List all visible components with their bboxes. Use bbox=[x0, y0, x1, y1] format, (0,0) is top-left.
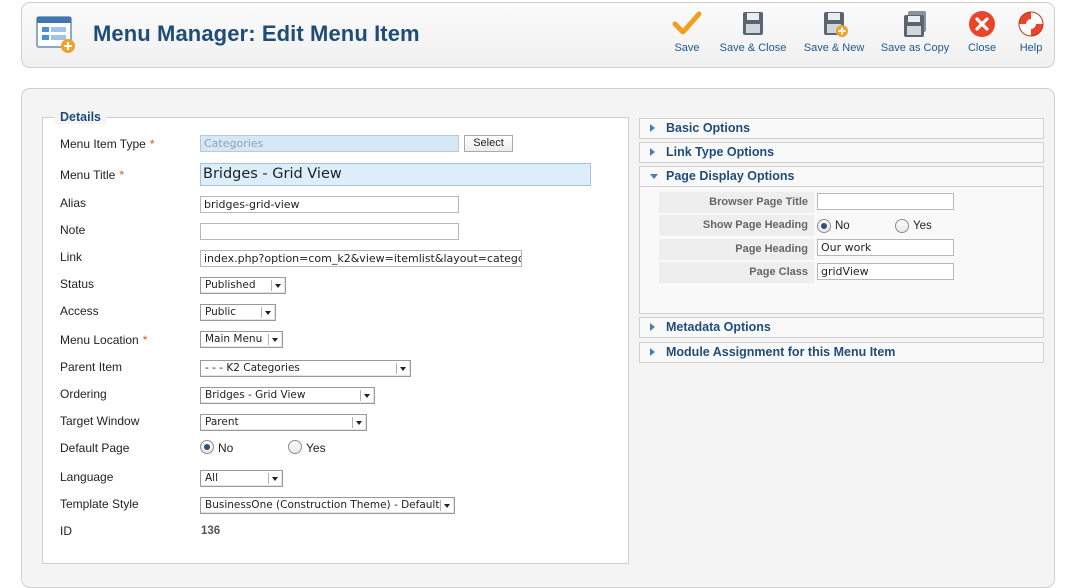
page-display-options-toggle[interactable]: Page Display Options bbox=[639, 166, 1044, 187]
required-marker: * bbox=[149, 137, 155, 151]
menu-item-type-field: Categories bbox=[200, 135, 459, 152]
triangle-right-icon bbox=[650, 124, 655, 132]
page-heading-input[interactable]: Our work bbox=[817, 239, 954, 256]
save-and-new-button[interactable]: Save & New bbox=[800, 10, 868, 58]
basic-options-toggle[interactable]: Basic Options bbox=[639, 118, 1044, 139]
page-title: Menu Manager: Edit Menu Item bbox=[93, 21, 420, 46]
id-label: ID bbox=[60, 524, 72, 538]
details-legend: Details bbox=[55, 110, 106, 124]
menu-title-input[interactable]: Bridges - Grid View bbox=[200, 163, 591, 186]
access-label: Access bbox=[60, 304, 99, 318]
chevron-down-icon bbox=[352, 417, 364, 428]
default-page-yes-label: Yes bbox=[306, 441, 326, 455]
page-class-input[interactable]: gridView bbox=[817, 263, 954, 280]
browser-page-title-input[interactable] bbox=[817, 193, 954, 210]
floppy-disk-plus-icon bbox=[824, 12, 848, 37]
language-select[interactable]: All bbox=[200, 470, 283, 487]
link-label: Link bbox=[60, 250, 83, 264]
floppy-disk-icon bbox=[743, 12, 763, 35]
chevron-down-icon bbox=[268, 334, 280, 345]
select-type-button[interactable]: Select bbox=[464, 135, 513, 152]
required-marker: * bbox=[142, 333, 148, 347]
show-page-heading-yes-label: Yes bbox=[913, 220, 932, 232]
lifebuoy-icon bbox=[1018, 11, 1044, 37]
show-page-heading-label: Show Page Heading bbox=[659, 215, 814, 236]
page-heading-label: Page Heading bbox=[659, 239, 814, 260]
metadata-options-toggle[interactable]: Metadata Options bbox=[639, 317, 1044, 338]
show-page-heading-yes-radio[interactable] bbox=[895, 219, 909, 233]
save-as-copy-button[interactable]: Save as Copy bbox=[877, 10, 953, 58]
id-value: 136 bbox=[201, 525, 221, 537]
help-button[interactable]: Help bbox=[1014, 10, 1048, 58]
target-window-select[interactable]: Parent bbox=[200, 414, 367, 431]
language-label: Language bbox=[60, 470, 114, 484]
chevron-down-icon bbox=[360, 390, 372, 401]
note-input[interactable] bbox=[200, 223, 459, 240]
chevron-down-icon bbox=[261, 307, 273, 318]
menu-location-select[interactable]: Main Menu bbox=[200, 331, 283, 348]
close-button[interactable]: Close bbox=[964, 10, 1000, 58]
default-page-label: Default Page bbox=[60, 441, 130, 455]
template-style-select[interactable]: BusinessOne (Construction Theme) - Defau… bbox=[200, 497, 455, 514]
menu-title-label: Menu Title * bbox=[60, 168, 125, 182]
ordering-select[interactable]: Bridges - Grid View bbox=[200, 387, 375, 404]
help-label: Help bbox=[1019, 42, 1043, 54]
save-as-copy-label: Save as Copy bbox=[880, 42, 950, 54]
default-page-no-radio[interactable] bbox=[200, 440, 214, 454]
menu-item-type-label: Menu Item Type * bbox=[60, 137, 155, 151]
chevron-down-icon bbox=[268, 473, 280, 484]
chevron-down-icon bbox=[271, 280, 283, 291]
access-select[interactable]: Public bbox=[200, 304, 276, 321]
save-button[interactable]: Save bbox=[670, 10, 704, 58]
alias-label: Alias bbox=[60, 196, 87, 210]
triangle-right-icon bbox=[650, 148, 655, 156]
module-assignment-toggle[interactable]: Module Assignment for this Menu Item bbox=[639, 342, 1044, 363]
save-and-close-button[interactable]: Save & Close bbox=[717, 10, 789, 58]
menu-location-label: Menu Location * bbox=[60, 333, 148, 347]
link-type-options-toggle[interactable]: Link Type Options bbox=[639, 142, 1044, 163]
status-label: Status bbox=[60, 277, 95, 291]
triangle-down-icon bbox=[650, 174, 658, 179]
save-and-close-label: Save & Close bbox=[719, 42, 787, 54]
note-label: Note bbox=[60, 223, 86, 237]
template-style-label: Template Style bbox=[60, 497, 139, 511]
chevron-down-icon bbox=[396, 363, 408, 374]
browser-page-title-label: Browser Page Title bbox=[659, 192, 814, 213]
close-icon bbox=[969, 11, 995, 37]
ordering-label: Ordering bbox=[60, 387, 107, 401]
alias-input[interactable]: bridges-grid-view bbox=[200, 196, 459, 213]
show-page-heading-no-radio[interactable] bbox=[817, 219, 831, 233]
save-and-new-label: Save & New bbox=[803, 42, 865, 54]
menu-manager-icon bbox=[34, 12, 78, 56]
chevron-down-icon bbox=[440, 500, 452, 511]
triangle-right-icon bbox=[650, 323, 655, 331]
required-marker: * bbox=[119, 168, 125, 182]
parent-item-select[interactable]: - - - K2 Categories bbox=[200, 360, 411, 377]
target-window-label: Target Window bbox=[60, 414, 140, 428]
triangle-right-icon bbox=[650, 348, 655, 356]
checkmark-icon bbox=[672, 11, 702, 35]
page-class-label: Page Class bbox=[659, 262, 814, 283]
default-page-no-label: No bbox=[218, 441, 234, 455]
link-input[interactable]: index.php?option=com_k2&view=itemlist&la… bbox=[200, 250, 522, 267]
floppy-disk-copy-icon bbox=[904, 11, 926, 37]
default-page-yes-radio[interactable] bbox=[288, 440, 302, 454]
save-label: Save bbox=[674, 42, 700, 54]
parent-item-label: Parent Item bbox=[60, 360, 123, 374]
close-label: Close bbox=[967, 42, 997, 54]
show-page-heading-no-label: No bbox=[835, 220, 850, 232]
status-select[interactable]: Published bbox=[200, 277, 286, 294]
